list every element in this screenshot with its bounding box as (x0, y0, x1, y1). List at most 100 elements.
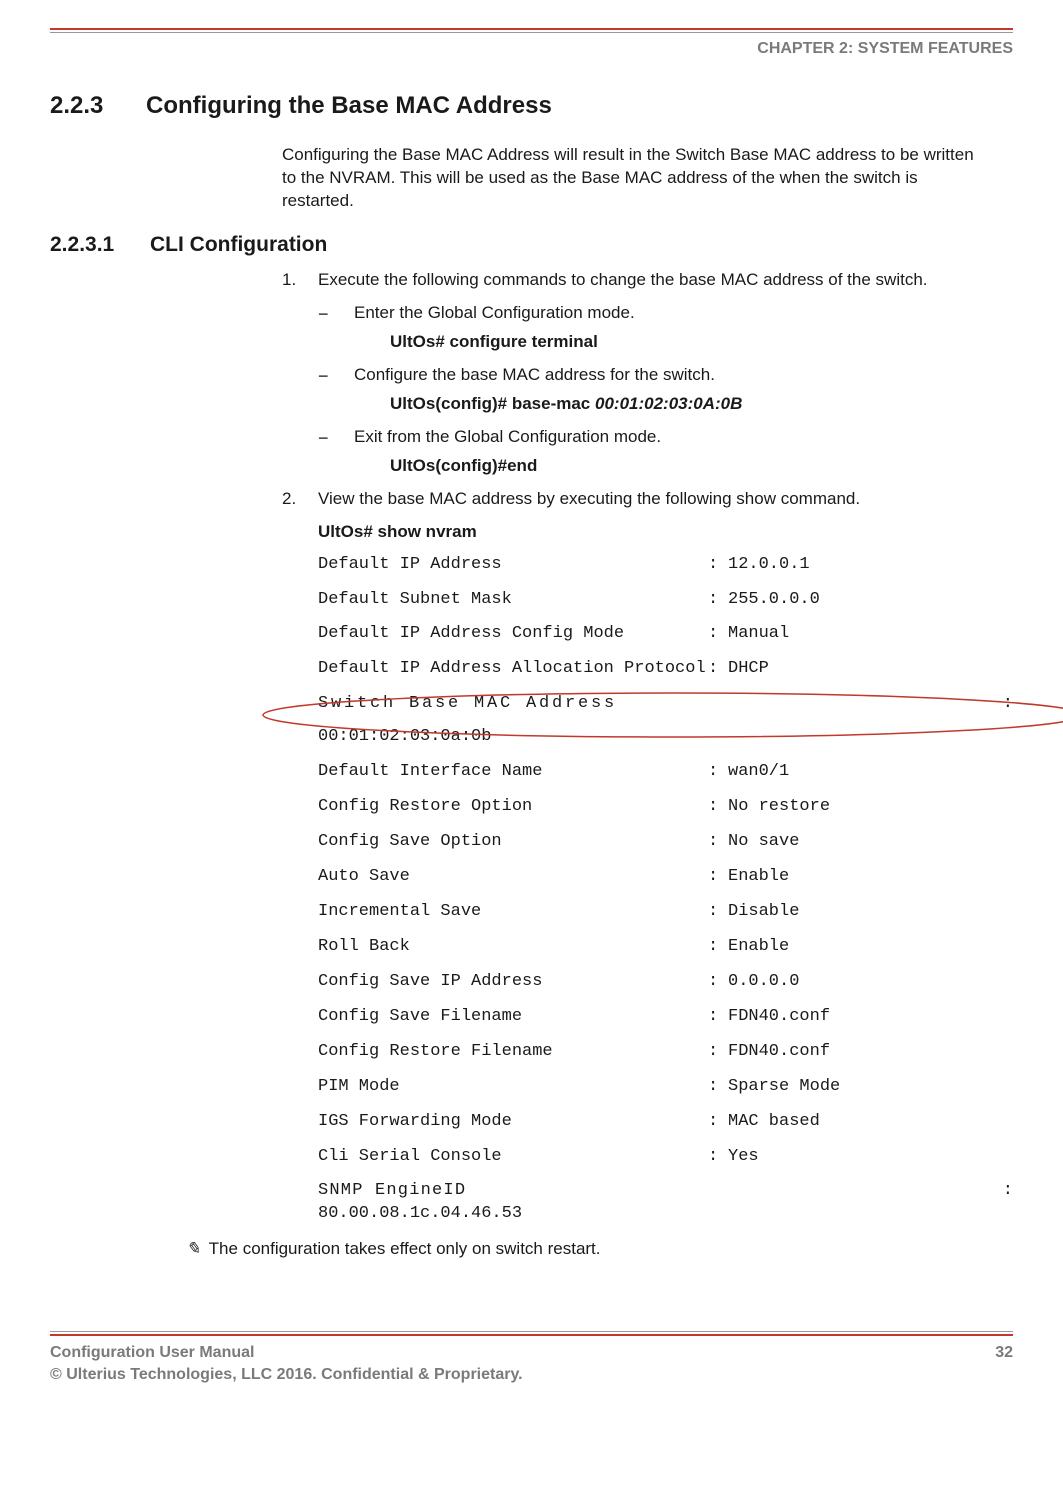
footer-copyright: © Ulterius Technologies, LLC 2016. Confi… (50, 1364, 523, 1386)
output-colon: : (708, 658, 728, 681)
output-value: No restore (728, 796, 1013, 819)
output-label: SNMP EngineID (318, 1180, 466, 1203)
output-colon: : (708, 866, 728, 889)
substep-text: Exit from the Global Configuration mode. (354, 427, 661, 446)
command-1c: UltOs(config)#end (390, 455, 1013, 478)
output-label: Config Save Option (318, 831, 708, 854)
dash-bullet: − (318, 426, 329, 450)
output-row: Default IP Address Allocation Protocol:D… (318, 658, 1013, 681)
output-value: Yes (728, 1146, 1013, 1169)
output-colon: : (708, 623, 728, 646)
output-row: Cli Serial Console:Yes (318, 1146, 1013, 1169)
output-row: Default IP Address:12.0.0.1 (318, 554, 1013, 577)
subsection-title: CLI Configuration (150, 233, 327, 256)
snmp-row: SNMP EngineID : 80.00.08.1c.04.46.53 (318, 1180, 1013, 1226)
cmd-param: 00:01:02:03:0A:0B (595, 394, 742, 413)
output-row: Roll Back:Enable (318, 936, 1013, 959)
header-rule-grey (50, 32, 1013, 33)
header-rule-red (50, 28, 1013, 30)
output-colon: : (1003, 1180, 1013, 1203)
output-value: Disable (728, 901, 1013, 924)
output-value: 80.00.08.1c.04.46.53 (318, 1203, 1013, 1226)
footer-rule-red (50, 1334, 1013, 1336)
output-colon: : (708, 1111, 728, 1134)
output-value: DHCP (728, 658, 1013, 681)
note: ✎ The configuration takes effect only on… (186, 1238, 1013, 1261)
output-value: Sparse Mode (728, 1076, 1013, 1099)
output-label: PIM Mode (318, 1076, 708, 1099)
output-row: Config Save Option:No save (318, 831, 1013, 854)
footer-rule-grey (50, 1331, 1013, 1332)
dash-bullet: − (318, 302, 329, 326)
output-label: IGS Forwarding Mode (318, 1111, 708, 1134)
output-label: Config Save Filename (318, 1006, 708, 1029)
cli-output: Default IP Address:12.0.0.1Default Subne… (318, 554, 1013, 1227)
output-colon: : (708, 1041, 728, 1064)
output-colon: : (708, 971, 728, 994)
output-row: Config Restore Option:No restore (318, 796, 1013, 819)
output-row: PIM Mode:Sparse Mode (318, 1076, 1013, 1099)
output-value: wan0/1 (728, 761, 1013, 784)
section-title: Configuring the Base MAC Address (146, 92, 552, 119)
output-value: FDN40.conf (728, 1006, 1013, 1029)
output-row: Default IP Address Config Mode:Manual (318, 623, 1013, 646)
output-row: Incremental Save:Disable (318, 901, 1013, 924)
step-2: 2. View the base MAC address by executin… (282, 488, 1013, 511)
output-colon: : (708, 554, 728, 577)
section-heading: 2.2.3Configuring the Base MAC Address (50, 90, 1013, 122)
output-row: Default Subnet Mask:255.0.0.0 (318, 589, 1013, 612)
output-colon: : (708, 936, 728, 959)
output-label: Config Restore Filename (318, 1041, 708, 1064)
output-value: Enable (728, 936, 1013, 959)
output-value: FDN40.conf (728, 1041, 1013, 1064)
output-value: 0.0.0.0 (728, 971, 1013, 994)
command-show-nvram: UltOs# show nvram (282, 521, 1013, 544)
command-1a: UltOs# configure terminal (390, 331, 1013, 354)
step-number: 2. (282, 488, 296, 511)
output-value: 12.0.0.1 (728, 554, 1013, 577)
substep-1b: − Configure the base MAC address for the… (318, 364, 1013, 416)
output-value: Manual (728, 623, 1013, 646)
output-colon: : (708, 589, 728, 612)
subsection-heading: 2.2.3.1CLI Configuration (50, 231, 1013, 259)
pencil-icon: ✎ (186, 1239, 200, 1258)
subsection-number: 2.2.3.1 (50, 231, 150, 259)
note-text: The configuration takes effect only on s… (209, 1239, 601, 1258)
output-label: Default Subnet Mask (318, 589, 708, 612)
output-label: Default IP Address (318, 554, 708, 577)
output-row: Config Restore Filename:FDN40.conf (318, 1041, 1013, 1064)
dash-bullet: − (318, 364, 329, 388)
footer-manual-title: Configuration User Manual (50, 1342, 523, 1364)
output-colon: : (708, 901, 728, 924)
section-number: 2.2.3 (50, 90, 146, 122)
output-value: 255.0.0.0 (728, 589, 1013, 612)
command-1b: UltOs(config)# base-mac 00:01:02:03:0A:0… (390, 393, 1013, 416)
highlighted-row-wrap: Switch Base MAC Address : 00:01:02:03:0a… (318, 693, 1013, 749)
output-row: IGS Forwarding Mode:MAC based (318, 1111, 1013, 1134)
output-label: Default IP Address Allocation Protocol (318, 658, 708, 681)
cmd-prefix: UltOs(config)# base-mac (390, 394, 595, 413)
substep-text: Enter the Global Configuration mode. (354, 303, 635, 322)
output-row: Config Save Filename:FDN40.conf (318, 1006, 1013, 1029)
output-row: Auto Save:Enable (318, 866, 1013, 889)
output-value: MAC based (728, 1111, 1013, 1134)
output-label: Config Save IP Address (318, 971, 708, 994)
output-colon: : (708, 831, 728, 854)
output-label: Incremental Save (318, 901, 708, 924)
substep-1a: − Enter the Global Configuration mode. U… (318, 302, 1013, 354)
step-text: View the base MAC address by executing t… (318, 489, 860, 508)
page-number: 32 (995, 1342, 1013, 1385)
output-colon: : (708, 1006, 728, 1029)
intro-paragraph: Configuring the Base MAC Address will re… (282, 144, 982, 213)
step-text: Execute the following commands to change… (318, 270, 928, 289)
footer: Configuration User Manual © Ulterius Tec… (50, 1342, 1013, 1385)
highlight-ellipse-icon (258, 689, 1063, 741)
step-number: 1. (282, 269, 296, 292)
output-row: Default Interface Name:wan0/1 (318, 761, 1013, 784)
output-label: Config Restore Option (318, 796, 708, 819)
output-row: Config Save IP Address:0.0.0.0 (318, 971, 1013, 994)
output-label: Default IP Address Config Mode (318, 623, 708, 646)
output-label: Roll Back (318, 936, 708, 959)
output-colon: : (708, 1146, 728, 1169)
chapter-label: CHAPTER 2: SYSTEM FEATURES (50, 38, 1013, 60)
